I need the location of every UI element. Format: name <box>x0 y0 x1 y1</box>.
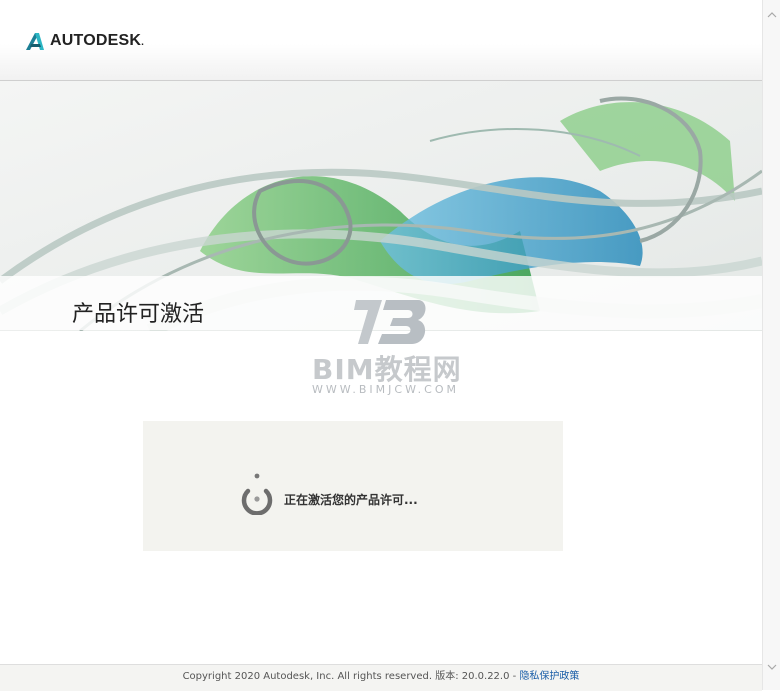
page-title: 产品许可激活 <box>72 302 205 327</box>
activation-status-panel: 正在激活您的产品许可... <box>143 421 563 551</box>
privacy-policy-link[interactable]: 隐私保护政策 <box>519 671 579 682</box>
header: AUTODESK. <box>0 0 762 81</box>
copyright-text: Copyright 2020 Autodesk, Inc. All rights… <box>182 671 520 682</box>
chevron-down-icon[interactable] <box>763 658 780 676</box>
chevron-up-icon[interactable] <box>763 6 780 24</box>
loading-spinner-icon <box>241 473 273 515</box>
autodesk-logo-icon <box>26 33 44 50</box>
vertical-scrollbar[interactable] <box>762 0 780 690</box>
status-message: 正在激活您的产品许可... <box>284 493 418 507</box>
brand-mark: . <box>141 37 145 48</box>
footer: Copyright 2020 Autodesk, Inc. All rights… <box>0 664 762 691</box>
watermark-logo-icon <box>354 300 426 344</box>
autodesk-logo: AUTODESK. <box>24 30 144 52</box>
watermark: BIM教程网 WWW.BIMJCW.COM <box>308 294 478 399</box>
watermark-url: WWW.BIMJCW.COM <box>312 383 460 396</box>
watermark-name: BIM教程网 <box>312 353 462 386</box>
brand-name: AUTODESK <box>50 32 142 49</box>
